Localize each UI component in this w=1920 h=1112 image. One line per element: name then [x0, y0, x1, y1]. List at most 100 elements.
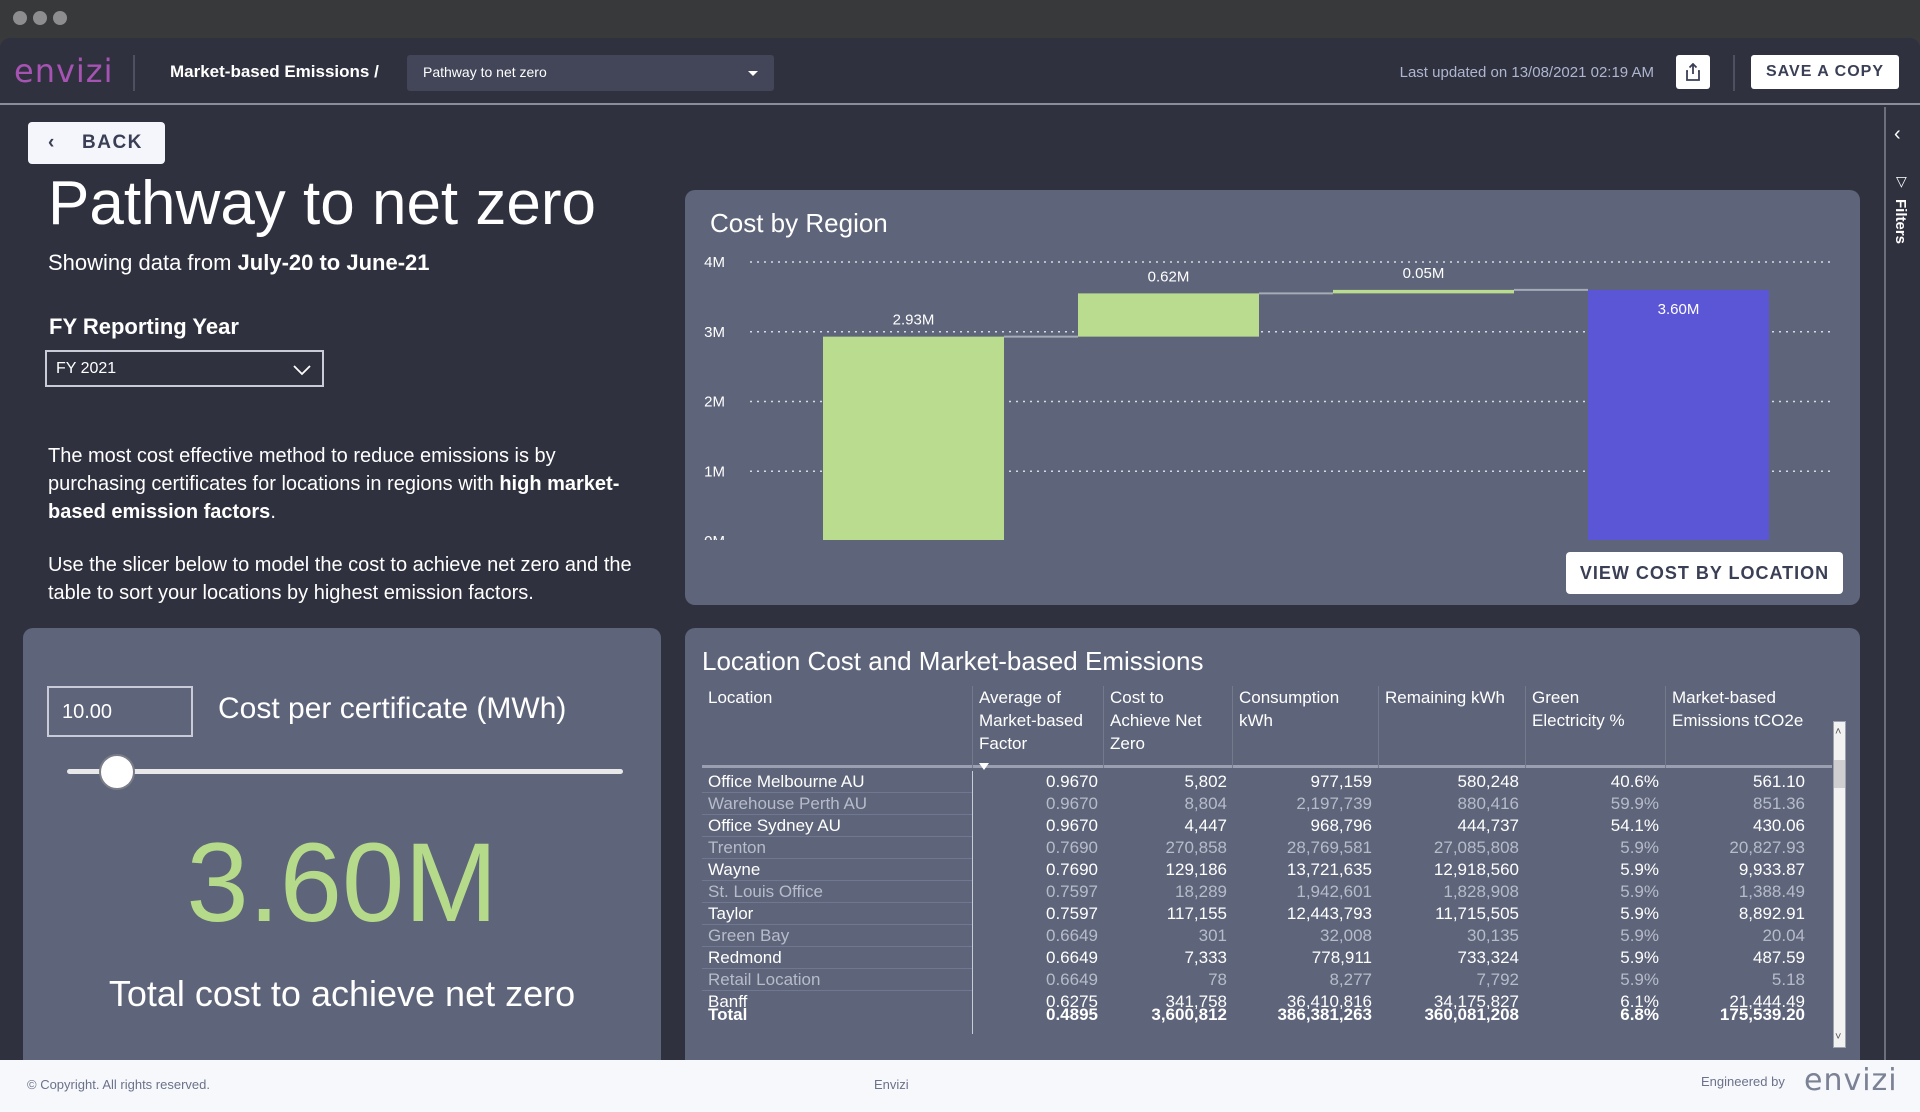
- page-title: Pathway to net zero: [48, 169, 596, 238]
- total-value: 175,539.20: [1719, 1005, 1805, 1024]
- fy-reporting-year-dropdown[interactable]: FY 2021: [45, 350, 324, 387]
- cost-per-certificate-input[interactable]: 10.00: [47, 686, 193, 737]
- subtitle-range: July-20 to June-21: [237, 250, 430, 275]
- value-cell: 32,008: [1320, 926, 1372, 945]
- chevron-down-icon: [293, 365, 311, 376]
- value-cell: 5.9%: [1620, 904, 1659, 923]
- scrollbar-thumb[interactable]: [1834, 760, 1845, 788]
- location-table-panel: Location Cost and Market-based Emissions…: [685, 628, 1860, 1080]
- column-header[interactable]: Remaining kWh: [1378, 686, 1525, 768]
- value-cell: 30,135: [1467, 926, 1519, 945]
- chevron-left-icon: ‹: [48, 132, 56, 153]
- total-label: Total: [708, 1005, 748, 1024]
- value-cell: 2,197,739: [1296, 794, 1372, 813]
- filters-label[interactable]: Filters: [1892, 199, 1909, 244]
- back-button[interactable]: ‹ BACK: [28, 122, 165, 164]
- table-row[interactable]: St. Louis Office 0.7597 18,289 1,942,601 1,8…: [702, 881, 1832, 903]
- value-cell: 5.9%: [1620, 970, 1659, 989]
- location-cell: St. Louis Office: [708, 882, 823, 901]
- value-cell: 40.6%: [1610, 772, 1659, 791]
- value-cell: 5.9%: [1620, 860, 1659, 879]
- value-cell: 0.9670: [1046, 794, 1098, 813]
- value-cell: 880,416: [1457, 794, 1519, 813]
- column-header[interactable]: Average of Market-based Factor: [972, 686, 1103, 770]
- footer-center-text: Envizi: [874, 1077, 909, 1092]
- value-cell: 0.6649: [1046, 948, 1098, 967]
- table-row[interactable]: Redmond 0.6649 7,333 778,911 733,324 5.9% 487.…: [702, 947, 1832, 969]
- copyright-text: © Copyright. All rights reserved.: [27, 1077, 210, 1092]
- data-label: 3.60M: [1658, 301, 1700, 318]
- column-header[interactable]: Green Electricity %: [1525, 686, 1665, 768]
- column-header[interactable]: Consumption kWh: [1232, 686, 1378, 768]
- value-cell: 7,792: [1476, 970, 1519, 989]
- table-row[interactable]: Wayne 0.7690 129,186 13,721,635 12,918,560 5.…: [702, 859, 1832, 881]
- table-row[interactable]: Office Sydney AU 0.9670 4,447 968,796 444,73…: [702, 815, 1832, 837]
- value-cell: 8,804: [1184, 794, 1227, 813]
- cost-by-region-chart: 0M1M2M3M4M2.93MAMER0.62MEMEA0.05MAPAC3.6…: [704, 254, 1830, 540]
- cost-by-region-panel: 0M1M2M3M4M2.93MAMER0.62MEMEA0.05MAPAC3.6…: [685, 190, 1860, 605]
- table-row[interactable]: Retail Location 0.6649 78 8,277 7,792 5.9% 5.1…: [702, 969, 1832, 991]
- value-cell: 301: [1198, 926, 1227, 945]
- table-row[interactable]: Taylor 0.7597 117,155 12,443,793 11,715,505 5…: [702, 903, 1832, 925]
- filters-pane[interactable]: ‹ ▽ Filters: [1884, 107, 1920, 1112]
- bar-amer: [823, 336, 1004, 540]
- window-maximize-button[interactable]: [53, 11, 67, 25]
- page-selector-dropdown[interactable]: Pathway to net zero: [407, 55, 774, 91]
- location-cell: Taylor: [708, 904, 754, 923]
- location-cell: Wayne: [708, 860, 761, 879]
- table-header-row: Location Average of Market-based Factor Co…: [702, 680, 1832, 770]
- value-cell: 977,159: [1310, 772, 1372, 791]
- column-header[interactable]: Market-based Emissions tCO2e: [1665, 686, 1832, 768]
- location-cell: Office Sydney AU: [708, 816, 841, 835]
- value-cell: 0.7690: [1046, 860, 1098, 879]
- engineered-by-text: Engineered by: [1701, 1074, 1785, 1089]
- share-button[interactable]: [1676, 55, 1710, 89]
- column-header[interactable]: Location: [702, 686, 972, 768]
- bar-emea: [1078, 293, 1259, 337]
- breadcrumb[interactable]: Market-based Emissions /: [170, 62, 379, 82]
- chevron-left-icon[interactable]: ‹: [1894, 123, 1901, 146]
- footer-envizi-logo: envizi: [1804, 1063, 1898, 1098]
- caret-down-icon: [748, 71, 758, 76]
- y-tick-label: 2M: [704, 394, 725, 411]
- scroll-down-icon[interactable]: ˅: [1835, 1031, 1841, 1043]
- scroll-up-icon[interactable]: ˄: [1835, 726, 1841, 738]
- cost-slider-track[interactable]: [67, 769, 623, 774]
- total-value: 386,381,263: [1277, 1005, 1372, 1024]
- value-cell: 0.6649: [1046, 926, 1098, 945]
- total-value: 360,081,208: [1424, 1005, 1519, 1024]
- value-cell: 78: [1208, 970, 1227, 989]
- window-minimize-button[interactable]: [33, 11, 47, 25]
- value-cell: 8,892.91: [1738, 904, 1805, 923]
- chart-title: Cost by Region: [710, 208, 888, 238]
- table-row[interactable]: Green Bay 0.6649 301 32,008 30,135 5.9% 20.04: [702, 925, 1832, 947]
- save-a-copy-button[interactable]: SAVE A COPY: [1751, 55, 1899, 89]
- value-cell: 487.59: [1753, 948, 1805, 967]
- table-row[interactable]: Trenton 0.7690 270,858 28,769,581 27,085,808…: [702, 837, 1832, 859]
- table-scrollbar[interactable]: ˄ ˅: [1833, 721, 1846, 1048]
- value-cell: 18,289: [1175, 882, 1227, 901]
- window-titlebar: [0, 0, 1920, 38]
- table-row[interactable]: Office Melbourne AU 0.9670 5,802 977,159 580…: [702, 771, 1832, 793]
- value-cell: 28,769,581: [1286, 838, 1372, 857]
- fy-reporting-year-label: FY Reporting Year: [49, 314, 239, 339]
- cost-slider-handle[interactable]: [99, 754, 136, 790]
- value-cell: 4,447: [1184, 816, 1227, 835]
- value-cell: 8,277: [1329, 970, 1372, 989]
- view-cost-by-location-button[interactable]: VIEW COST BY LOCATION: [1566, 552, 1843, 594]
- value-cell: 9,933.87: [1738, 860, 1805, 879]
- value-cell: 444,737: [1457, 816, 1519, 835]
- window-close-button[interactable]: [13, 11, 27, 25]
- table-row[interactable]: Warehouse Perth AU 0.9670 8,804 2,197,739 88…: [702, 793, 1832, 815]
- data-label: 0.62M: [1148, 268, 1190, 285]
- value-cell: 0.9670: [1046, 772, 1098, 791]
- total-cost-caption: Total cost to achieve net zero: [108, 973, 576, 1014]
- envizi-logo: envizi: [14, 52, 114, 90]
- table-body[interactable]: Office Melbourne AU 0.9670 5,802 977,159 580…: [702, 771, 1832, 1009]
- column-header[interactable]: Cost to Achieve Net Zero: [1103, 686, 1232, 768]
- value-cell: 7,333: [1184, 948, 1227, 967]
- value-cell: 733,324: [1457, 948, 1519, 967]
- data-label: 0.05M: [1403, 265, 1445, 282]
- y-tick-label: 4M: [704, 254, 725, 271]
- table-total-row: Total 0.4895 3,600,812 386,381,263 360,081,2…: [702, 1004, 1832, 1026]
